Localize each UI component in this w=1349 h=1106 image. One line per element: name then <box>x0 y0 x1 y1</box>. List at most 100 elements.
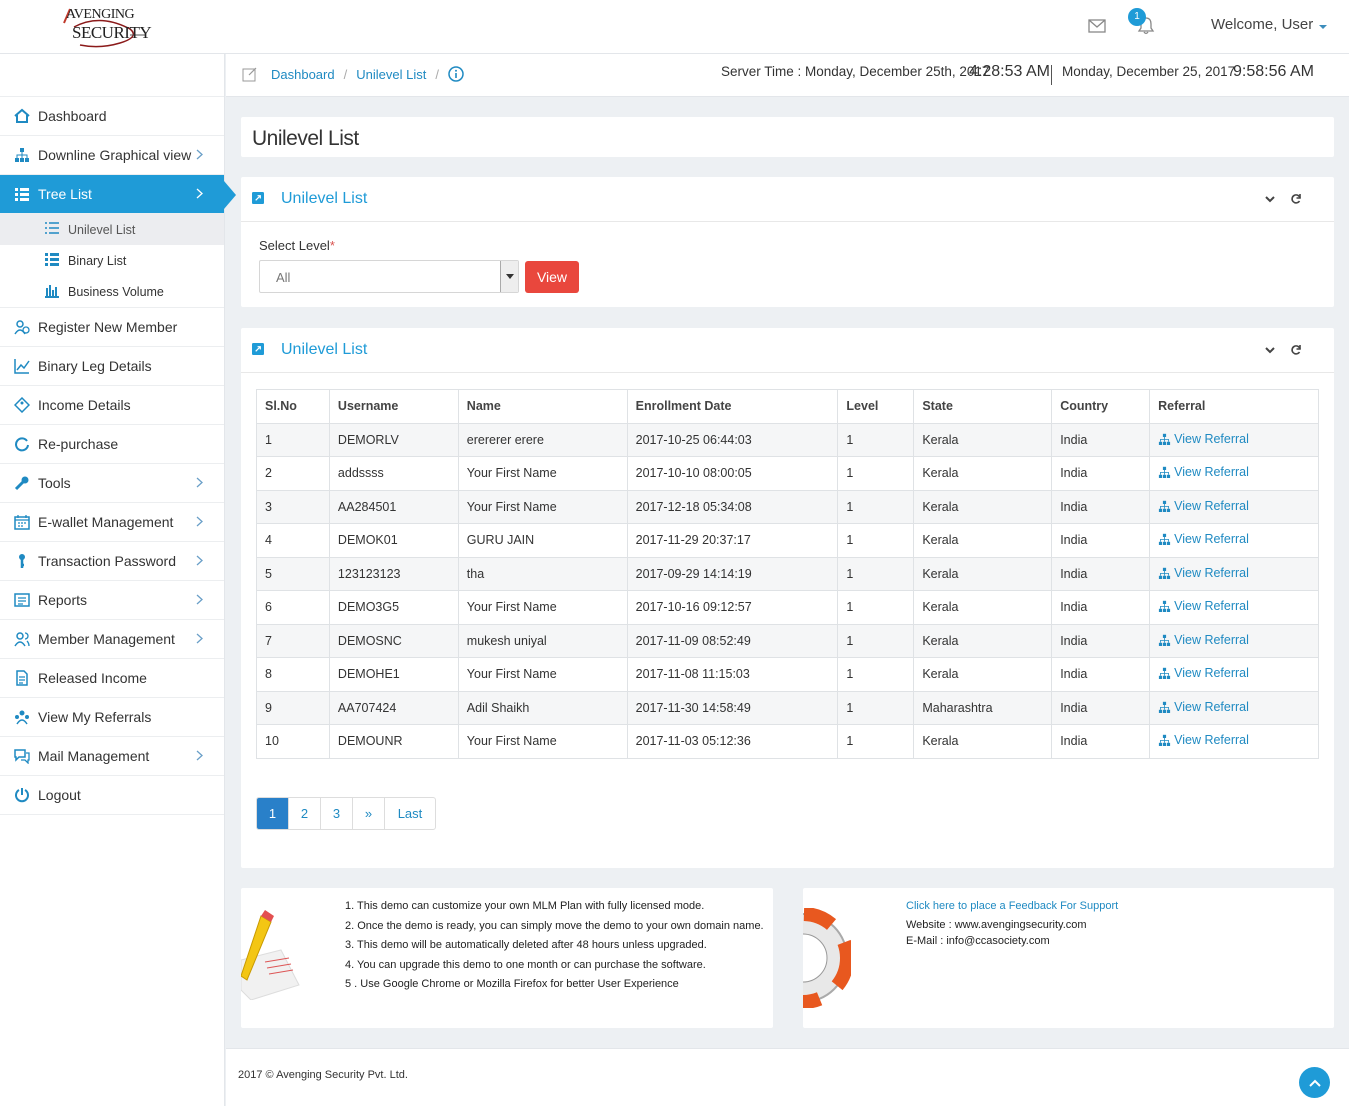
view-referral-label: View Referral <box>1174 666 1249 681</box>
sidebar-item-downline-graphical-view[interactable]: Downline Graphical view <box>0 136 224 175</box>
cell-country: India <box>1051 623 1151 658</box>
column-header-level[interactable]: Level <box>837 389 915 424</box>
view-referral-link[interactable]: View Referral <box>1158 465 1249 479</box>
sidebar-item-re-purchase[interactable]: Re-purchase <box>0 425 224 464</box>
view-referral-link[interactable]: View Referral <box>1158 633 1249 647</box>
chevron-right-icon <box>196 476 203 491</box>
sidebar-subitem-unilevel-list[interactable]: Unilevel List <box>0 214 224 245</box>
view-referral-label: View Referral <box>1174 733 1249 748</box>
sidebar-item-tools[interactable]: Tools <box>0 464 224 503</box>
sidebar-item-e-wallet-management[interactable]: E-wallet Management <box>0 503 224 542</box>
column-header-name[interactable]: Name <box>457 389 628 424</box>
table-header-row: Sl.No Username Name Enrollment Date Level Sta… <box>256 389 1319 424</box>
column-header-sl-no[interactable]: Sl.No <box>256 389 330 424</box>
column-header-referral[interactable]: Referral <box>1149 389 1319 424</box>
chevron-right-icon <box>196 749 203 764</box>
list-panel-title: Unilevel List <box>281 341 368 358</box>
demo-notes-panel: 1. This demo can customize your own MLM … <box>241 888 773 1028</box>
table-row: 3 AA284501 Your First Name 2017-12-18 05:34… <box>256 489 1319 524</box>
sidebar-item-transaction-password[interactable]: Transaction Password <box>0 542 224 581</box>
column-header-state[interactable]: State <box>913 389 1053 424</box>
level-select[interactable]: All <box>259 260 519 293</box>
sidebar-item-mail-management[interactable]: Mail Management <box>0 737 224 776</box>
filter-panel-title: Unilevel List <box>281 190 368 207</box>
view-referral-link[interactable]: View Referral <box>1158 532 1249 546</box>
cell-level: 1 <box>837 623 915 658</box>
sidebar-item-register-new-member[interactable]: Register New Member <box>0 308 224 347</box>
mail-icon[interactable] <box>1088 19 1106 33</box>
user-menu[interactable]: Welcome, User <box>1211 16 1328 33</box>
column-header-enrollment-date[interactable]: Enrollment Date <box>626 389 839 424</box>
page-link-2[interactable]: 2 <box>289 798 321 829</box>
sitemap-icon <box>1159 668 1171 680</box>
info-icon[interactable] <box>448 66 464 82</box>
collapse-chevron-icon[interactable] <box>1264 344 1276 356</box>
support-website: Website : www.avengingsecurity.com <box>906 919 1087 931</box>
cell-username: DEMORLV <box>328 422 459 457</box>
view-button[interactable]: View <box>525 261 579 293</box>
select-level-label-text: Select Level <box>259 238 330 253</box>
cell-level: 1 <box>837 456 915 491</box>
calendar-icon <box>14 514 30 530</box>
sidebar-item-view-my-referrals[interactable]: View My Referrals <box>0 698 224 737</box>
sidebar-item-binary-leg-details[interactable]: Binary Leg Details <box>0 347 224 386</box>
register-icon <box>14 319 30 335</box>
breadcrumb-unilevel-list[interactable]: Unilevel List <box>356 67 426 82</box>
key-icon <box>14 553 30 569</box>
welcome-text: Welcome, User <box>1211 16 1314 33</box>
view-referral-link[interactable]: View Referral <box>1158 599 1249 613</box>
table-row: 9 AA707424 Adil Shaikh 2017-11-30 14:58:49 1… <box>256 690 1319 725</box>
refresh-icon[interactable] <box>1290 344 1302 356</box>
scroll-to-top-button[interactable] <box>1299 1067 1330 1098</box>
view-referral-link[interactable]: View Referral <box>1158 566 1249 580</box>
cell-level: 1 <box>837 590 915 625</box>
view-referral-link[interactable]: View Referral <box>1158 733 1249 747</box>
page-link-last[interactable]: Last <box>385 798 435 829</box>
collapse-chevron-icon[interactable] <box>1264 193 1276 205</box>
cell-state: Kerala <box>913 456 1053 491</box>
feedback-link[interactable]: Click here to place a Feedback For Suppo… <box>906 900 1118 912</box>
breadcrumb-separator: / <box>343 66 348 82</box>
view-referral-link[interactable]: View Referral <box>1158 432 1249 446</box>
breadcrumb-dashboard[interactable]: Dashboard <box>271 67 335 82</box>
sidebar-item-tree-list[interactable]: Tree List <box>0 175 236 214</box>
page-link-next[interactable]: » <box>353 798 385 829</box>
page-link-1[interactable]: 1 <box>257 798 289 829</box>
page-link-3[interactable]: 3 <box>321 798 353 829</box>
sidebar-item-reports[interactable]: Reports <box>0 581 224 620</box>
sidebar-item-income-details[interactable]: Income Details <box>0 386 224 425</box>
sidebar-subitem-binary-list[interactable]: Binary List <box>0 245 224 276</box>
sidebar-item-label: View My Referrals <box>38 709 152 725</box>
sidebar-item-logout[interactable]: Logout <box>0 776 224 815</box>
cell-sl-no: 7 <box>256 623 330 658</box>
cell-state: Kerala <box>913 523 1053 558</box>
cell-country: India <box>1051 456 1151 491</box>
sidebar-item-member-management[interactable]: Member Management <box>0 620 224 659</box>
cell-enrollment-date: 2017-09-29 14:14:19 <box>626 556 839 591</box>
sidebar-item-released-income[interactable]: Released Income <box>0 659 224 698</box>
view-referral-link[interactable]: View Referral <box>1158 499 1249 513</box>
cell-state: Kerala <box>913 623 1053 658</box>
sitemap-icon <box>1159 601 1171 613</box>
brand-logo[interactable]: AVENGING SECURITY <box>60 3 152 51</box>
sidebar: Dashboard Downline Graphical view Tree Lis… <box>0 54 236 1106</box>
view-referral-label: View Referral <box>1174 565 1249 580</box>
cell-username: DEMOHE1 <box>328 657 459 692</box>
table-row: 10 DEMOUNR Your First Name 2017-11-03 05:12… <box>256 724 1319 759</box>
sitemap-icon <box>1159 634 1171 646</box>
sitemap-icon <box>1159 567 1171 579</box>
sidebar-item-label: Binary Leg Details <box>38 358 152 374</box>
sidebar-item-dashboard[interactable]: Dashboard <box>0 97 224 136</box>
sidebar-subitem-business-volume[interactable]: Business Volume <box>0 276 224 307</box>
view-referral-link[interactable]: View Referral <box>1158 700 1249 714</box>
column-header-username[interactable]: Username <box>328 389 459 424</box>
sidebar-item-label: Transaction Password <box>38 553 176 569</box>
chevron-right-icon <box>196 515 203 530</box>
power-icon <box>14 787 30 803</box>
document-icon <box>14 670 30 686</box>
view-referral-link[interactable]: View Referral <box>1158 666 1249 680</box>
refresh-icon[interactable] <box>1290 193 1302 205</box>
referrals-icon <box>14 709 30 725</box>
column-header-country[interactable]: Country <box>1051 389 1151 424</box>
cell-name: Adil Shaikh <box>457 690 628 725</box>
